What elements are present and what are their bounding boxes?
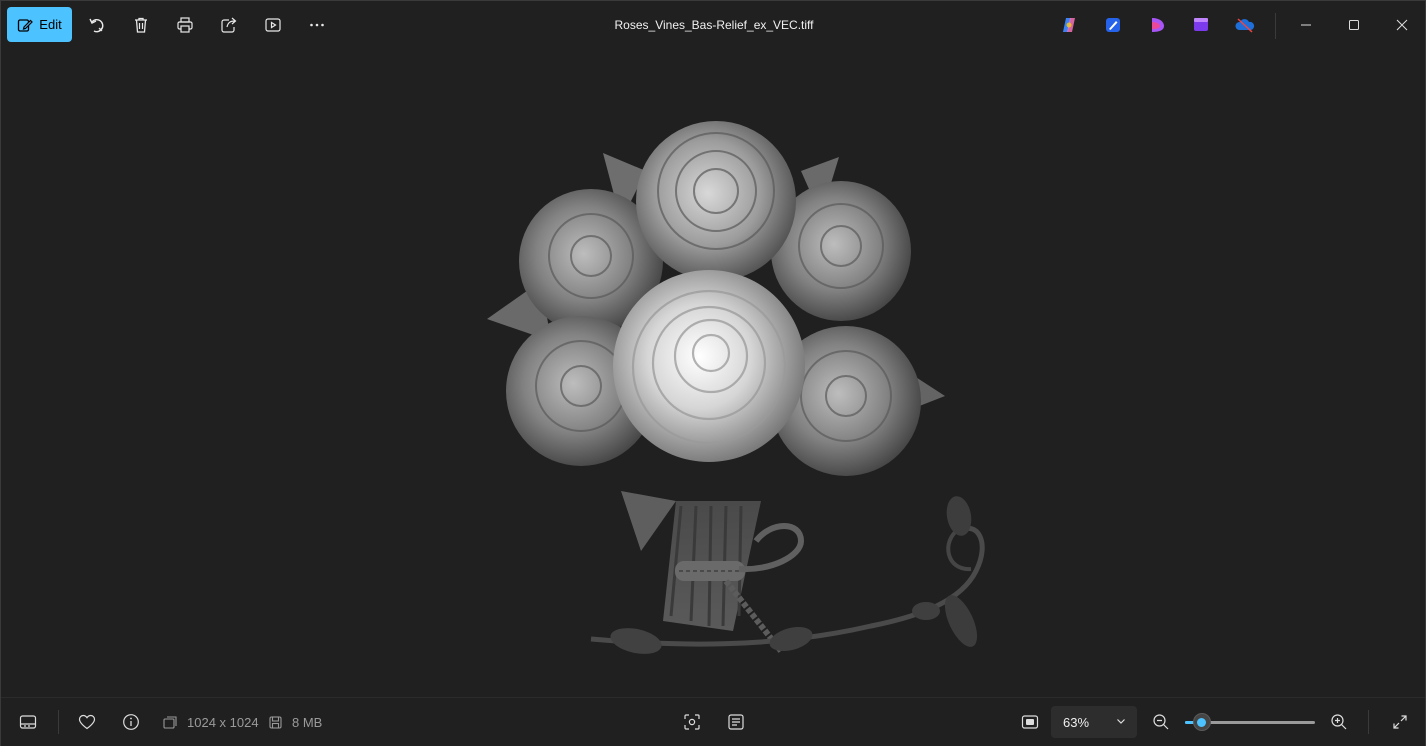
minimize-button[interactable] bbox=[1294, 13, 1318, 37]
clipchamp-video-icon[interactable] bbox=[1189, 13, 1213, 37]
zoom-slider[interactable] bbox=[1185, 713, 1315, 731]
zoom-level-dropdown[interactable]: 63% bbox=[1051, 706, 1137, 738]
file-size-icon bbox=[269, 716, 282, 729]
close-button[interactable] bbox=[1390, 13, 1414, 37]
copilot-icon[interactable] bbox=[1057, 13, 1081, 37]
zoom-out-icon[interactable] bbox=[1149, 710, 1173, 734]
visual-search-icon[interactable] bbox=[680, 710, 704, 734]
file-size: 8 MB bbox=[292, 715, 323, 730]
designer-icon[interactable] bbox=[1101, 13, 1125, 37]
dimensions-icon bbox=[163, 716, 177, 729]
clipchamp-icon[interactable] bbox=[1145, 13, 1169, 37]
image-viewer-canvas[interactable] bbox=[1, 49, 1425, 697]
fullscreen-icon[interactable] bbox=[1388, 710, 1412, 734]
bottom-status-bar: 1024 x 1024 8 MB 63% bbox=[1, 697, 1425, 746]
status-divider bbox=[58, 710, 59, 734]
onedrive-icon[interactable] bbox=[1233, 13, 1257, 37]
zoom-value: 63% bbox=[1063, 714, 1090, 730]
top-toolbar: Edit Roses_Vines_Bas-Relief_ex_VEC.tiff bbox=[1, 1, 1425, 49]
fit-to-window-icon[interactable] bbox=[1018, 710, 1042, 734]
favorite-heart-icon[interactable] bbox=[75, 710, 99, 734]
zoom-in-icon[interactable] bbox=[1327, 710, 1351, 734]
info-icon[interactable] bbox=[119, 710, 143, 734]
chevron-down-icon bbox=[1115, 715, 1127, 727]
toolbar-divider bbox=[1275, 13, 1276, 39]
filmstrip-icon[interactable] bbox=[16, 710, 40, 734]
zoom-slider-thumb[interactable] bbox=[1192, 713, 1211, 731]
maximize-button[interactable] bbox=[1342, 13, 1366, 37]
photos-window: Edit Roses_Vines_Bas-Relief_ex_VEC.tiff bbox=[0, 0, 1426, 746]
image-dimensions: 1024 x 1024 bbox=[187, 715, 259, 730]
text-extract-icon[interactable] bbox=[724, 710, 748, 734]
status-divider-right bbox=[1368, 710, 1369, 734]
rose-bouquet-image bbox=[487, 121, 985, 654]
